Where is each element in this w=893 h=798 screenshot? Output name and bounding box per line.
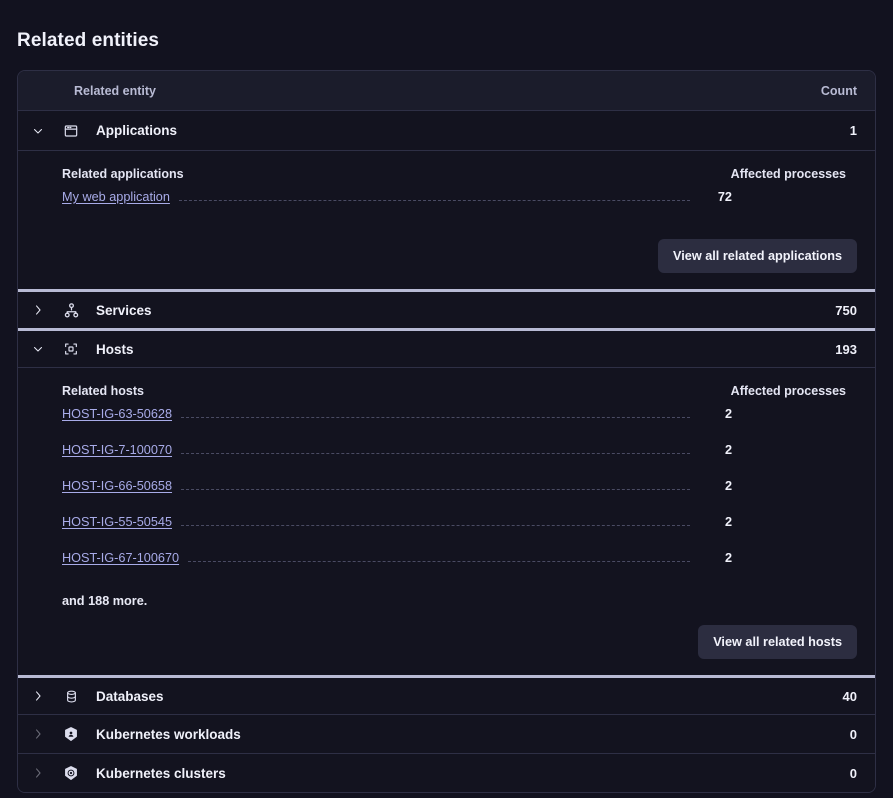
panel-subheader-right: Affected processes [730,384,846,398]
affected-processes-value: 72 [717,190,732,204]
panel-button-row: View all related hosts [62,612,857,661]
panel-button-row: View all related applications [62,226,857,275]
panel-subheader: Related applications Affected processes [62,167,857,181]
list-item: HOST-IG-55-50545 2 [62,515,857,551]
view-all-hosts-button[interactable]: View all related hosts [698,625,857,659]
list-item: My web application 72 [62,190,857,226]
group-label-services: Services [96,302,152,318]
affected-processes-value: 2 [724,551,732,565]
group-row-applications[interactable]: Applications 1 [18,111,875,150]
column-header-related-entity: Related entity [74,83,156,98]
table-header-row: Related entity Count [18,71,875,111]
group-row-databases[interactable]: Databases 40 [18,675,875,714]
leader-dots [181,489,690,490]
chevron-down-icon[interactable] [18,124,58,138]
group-panel-applications: Related applications Affected processes My… [18,150,875,289]
list-item: HOST-IG-7-100070 2 [62,443,857,479]
list-item: HOST-IG-66-50658 2 [62,479,857,515]
panel-subheader-right: Affected processes [730,167,846,181]
leader-dots [181,417,690,418]
kubernetes-workload-icon [58,726,84,742]
panel-subheader-left: Related hosts [62,384,144,398]
chevron-right-icon[interactable] [18,766,58,780]
entity-link-hosts-0[interactable]: HOST-IG-63-50628 [62,407,172,421]
column-header-count: Count [820,83,857,98]
group-row-kubernetes-clusters[interactable]: Kubernetes clusters 0 [18,753,875,792]
group-panel-hosts: Related hosts Affected processes HOST-IG-6… [18,367,875,675]
chevron-down-icon[interactable] [18,342,58,356]
application-window-icon [58,123,84,139]
group-row-hosts[interactable]: Hosts 193 [18,328,875,367]
group-count-hosts: 193 [835,341,857,357]
list-item: HOST-IG-67-100670 2 [62,551,857,587]
more-note-hosts: and 188 more. [62,594,148,608]
kubernetes-cluster-icon [58,765,84,781]
affected-processes-value: 2 [724,443,732,457]
group-count-services: 750 [835,302,857,318]
affected-processes-value: 2 [724,407,732,421]
entity-link-hosts-4[interactable]: HOST-IG-67-100670 [62,551,179,565]
chevron-right-icon[interactable] [18,689,58,703]
group-row-services[interactable]: Services 750 [18,289,875,328]
group-row-kubernetes-workloads[interactable]: Kubernetes workloads 0 [18,714,875,753]
leader-dots [181,525,690,526]
related-entities-table: Related entity Count Applications 1 Relate… [17,70,876,793]
entity-link-applications-0[interactable]: My web application [62,190,170,204]
entity-link-hosts-3[interactable]: HOST-IG-55-50545 [62,515,172,529]
group-count-kubernetes-clusters: 0 [849,765,857,781]
group-label-kubernetes-clusters: Kubernetes clusters [96,765,226,781]
group-label-kubernetes-workloads: Kubernetes workloads [96,726,241,742]
chevron-right-icon[interactable] [18,303,58,317]
group-label-hosts: Hosts [96,341,134,357]
chevron-right-icon[interactable] [18,727,58,741]
panel-subheader: Related hosts Affected processes [62,384,857,398]
services-hierarchy-icon [58,302,84,319]
related-entities-page: Related entities Related entity Count Ap… [0,0,893,798]
group-label-databases: Databases [96,688,164,704]
panel-subheader-left: Related applications [62,167,184,181]
group-count-applications: 1 [849,123,857,138]
leader-dots [181,453,690,454]
group-label-applications: Applications [96,123,178,138]
table-body: Applications 1 Related applications Affecte… [18,111,875,792]
affected-processes-value: 2 [724,479,732,493]
entity-link-hosts-2[interactable]: HOST-IG-66-50658 [62,479,172,493]
database-cylinder-icon [58,689,84,704]
list-item: HOST-IG-63-50628 2 [62,407,857,443]
page-title: Related entities [17,30,160,51]
leader-dots [178,200,690,201]
affected-processes-value: 2 [724,515,732,529]
host-bracket-icon [58,341,84,357]
group-count-kubernetes-workloads: 0 [849,726,857,742]
view-all-applications-button[interactable]: View all related applications [658,239,857,273]
group-count-databases: 40 [842,688,857,704]
leader-dots [188,561,690,562]
entity-link-hosts-1[interactable]: HOST-IG-7-100070 [62,443,172,457]
